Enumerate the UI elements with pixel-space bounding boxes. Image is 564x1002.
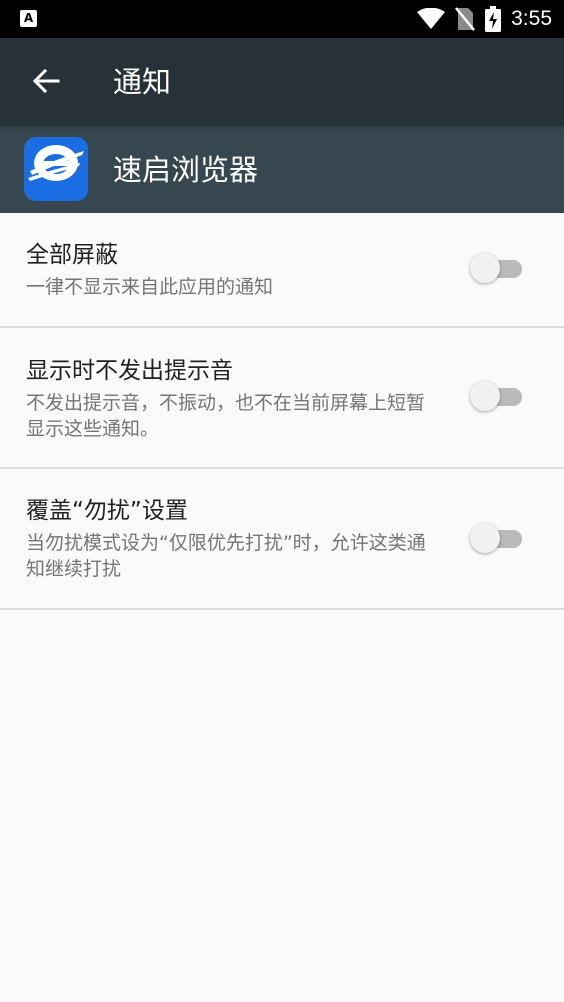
setting-silent[interactable]: 显示时不发出提示音 不发出提示音，不振动，也不在当前屏幕上短暂显示这些通知。 [0, 328, 564, 469]
toggle-thumb [470, 523, 500, 553]
settings-list: 全部屏蔽 一律不显示来自此应用的通知 显示时不发出提示音 不发出提示音，不振动，… [0, 213, 564, 610]
toolbar: 通知 [0, 38, 564, 126]
setting-subtitle: 当勿扰模式设为“仅限优先打扰”时，允许这类通知继续打扰 [26, 532, 426, 580]
status-time: 3:55 [511, 7, 552, 30]
silent-toggle[interactable] [470, 381, 522, 413]
no-sim-icon [455, 7, 476, 31]
toggle-thumb [470, 381, 500, 411]
app-header: 速启浏览器 [0, 126, 564, 213]
setting-subtitle: 不发出提示音，不振动，也不在当前屏幕上短暂显示这些通知。 [26, 392, 426, 440]
battery-charging-icon [485, 6, 502, 32]
app-name: 速启浏览器 [113, 153, 259, 187]
override-dnd-toggle[interactable] [470, 523, 522, 555]
arrow-back-icon[interactable] [26, 62, 66, 102]
status-bar: A 3:55 [0, 0, 564, 38]
block-all-toggle[interactable] [470, 253, 522, 285]
page-title: 通知 [113, 65, 172, 99]
toggle-thumb [470, 253, 500, 283]
notification-app-icon: A [20, 10, 37, 27]
app-icon [24, 137, 88, 201]
setting-title: 全部屏蔽 [26, 242, 118, 268]
setting-title: 覆盖“勿扰”设置 [26, 498, 188, 524]
wifi-icon [417, 8, 446, 29]
setting-block-all[interactable]: 全部屏蔽 一律不显示来自此应用的通知 [0, 213, 564, 328]
setting-subtitle: 一律不显示来自此应用的通知 [26, 276, 274, 298]
setting-override-dnd[interactable]: 覆盖“勿扰”设置 当勿扰模式设为“仅限优先打扰”时，允许这类通知继续打扰 [0, 469, 564, 610]
setting-title: 显示时不发出提示音 [26, 358, 233, 384]
status-icons: 3:55 [417, 0, 552, 38]
